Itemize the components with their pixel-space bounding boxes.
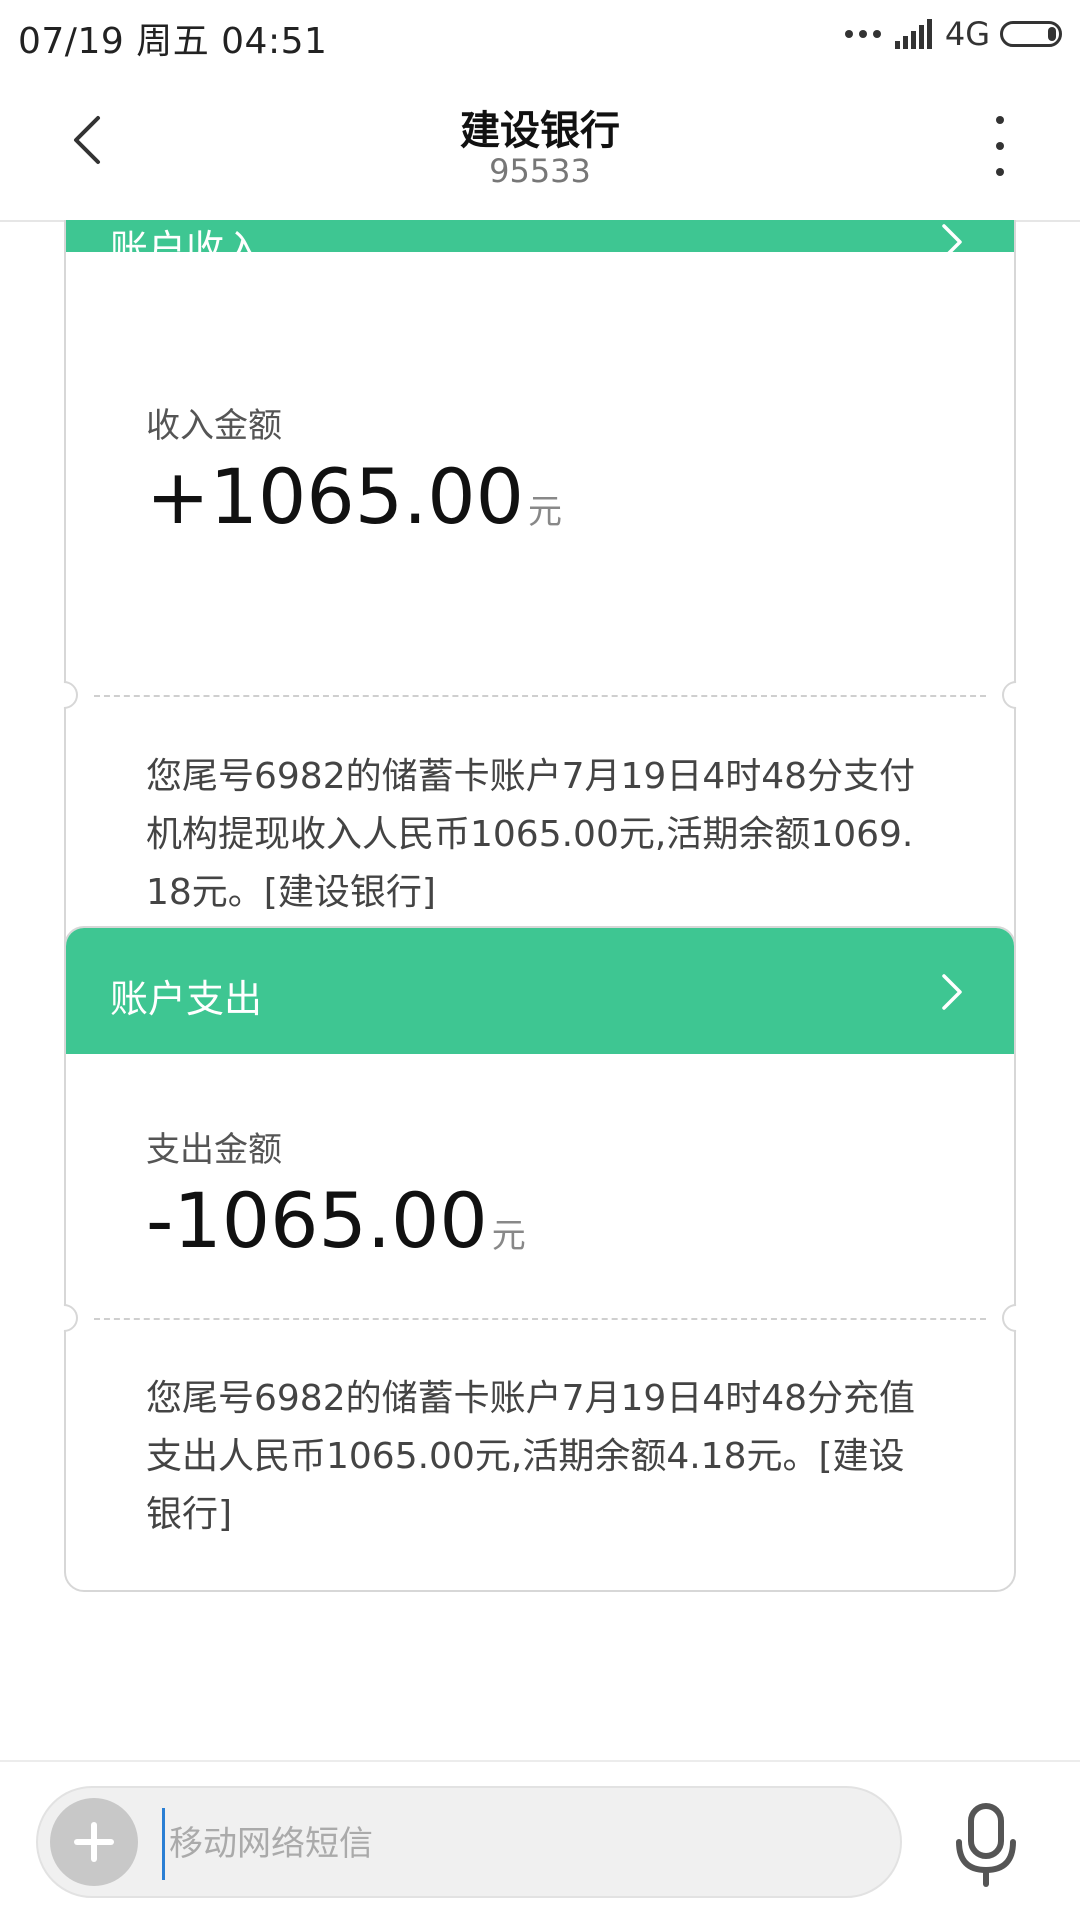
ticket-notch — [44, 1298, 84, 1338]
card-divider — [94, 695, 986, 697]
chevron-right-icon — [942, 224, 962, 260]
expense-amount: -1065.00 元 — [146, 1176, 526, 1265]
ticket-notch — [996, 1298, 1036, 1338]
ticket-notch — [996, 675, 1036, 715]
more-options-icon[interactable] — [980, 116, 1020, 176]
income-message-text: 您尾号6982的储蓄卡账户7月19日4时48分支付机构提现收入人民币1065.0… — [146, 756, 916, 913]
contact-number: 95533 — [489, 152, 591, 190]
income-amount: +1065.00 元 — [146, 452, 562, 541]
conversation-header: 建设银行 95533 — [0, 68, 1080, 222]
income-card-title: 账户收入 — [110, 227, 263, 271]
chevron-right-icon — [942, 974, 962, 1010]
status-time: 07/19 周五 04:51 — [18, 21, 328, 62]
status-bar: 07/19 周五 04:51 4G — [0, 0, 1080, 68]
compose-bar — [0, 1760, 1080, 1922]
more-notifications-icon — [844, 30, 881, 38]
card-divider — [94, 1318, 986, 1320]
message-list[interactable]: 账户收入 收入金额 +1065.00 元 您尾号6982的储蓄卡账户7月19日4时… — [0, 220, 1080, 1760]
expense-amount-value: -1065.00 — [146, 1176, 488, 1265]
income-amount-value: +1065.00 — [146, 452, 524, 541]
compose-box[interactable] — [36, 1786, 902, 1898]
add-attachment-button[interactable] — [50, 1798, 138, 1886]
status-icons: 4G — [844, 10, 1062, 58]
signal-strength-icon — [894, 19, 932, 49]
expense-amount-label: 支出金额 — [146, 1130, 282, 1170]
expense-card-header[interactable]: 账户支出 — [66, 928, 1014, 1054]
expense-amount-unit: 元 — [491, 1216, 526, 1256]
contact-name: 建设银行 — [460, 108, 620, 154]
microphone-icon[interactable] — [946, 1800, 1026, 1890]
income-amount-label: 收入金额 — [146, 406, 282, 446]
income-card-header[interactable]: 账户收入 — [66, 220, 1014, 271]
ticket-notch — [44, 675, 84, 715]
expense-card-title: 账户支出 — [110, 977, 263, 1021]
income-amount-unit: 元 — [527, 492, 562, 532]
expense-message-text: 您尾号6982的储蓄卡账户7月19日4时48分充值支出人民币1065.00元,活… — [146, 1378, 916, 1535]
network-type: 4G — [944, 15, 990, 53]
battery-icon — [1000, 21, 1062, 47]
expense-card[interactable]: 账户支出 支出金额 -1065.00 元 您尾号6982的储蓄卡账户7月19日4时… — [44, 926, 1036, 1592]
sms-input[interactable] — [162, 1808, 871, 1880]
